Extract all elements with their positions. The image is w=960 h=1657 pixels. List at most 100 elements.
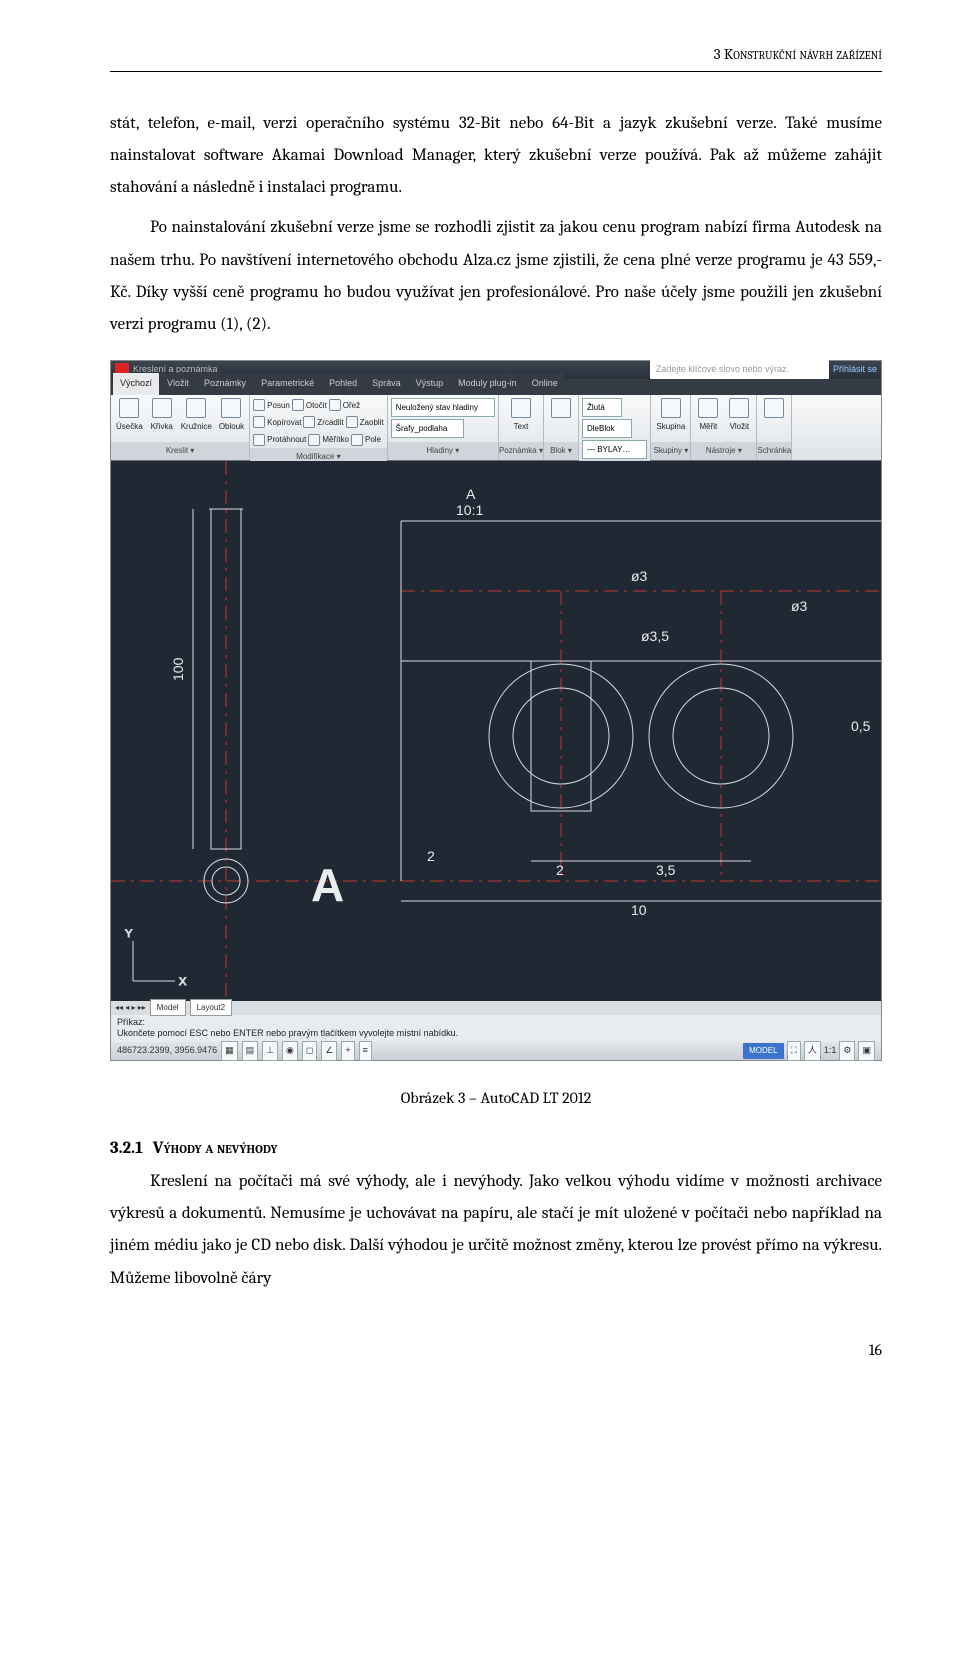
autocad-screenshot: Kreslení a poznámka Zadejte klíčové slov… [110, 360, 882, 1061]
group-button[interactable]: Skupina [654, 397, 687, 435]
arc-button[interactable]: Oblouk [217, 397, 246, 435]
dim-off2: 2 [427, 848, 435, 864]
clipboard-button[interactable] [760, 397, 788, 419]
lineweight-select[interactable]: DleBlok [582, 419, 632, 438]
ribbon-group-nastroje: Měřit Vložit Nástroje ▾ [691, 395, 757, 460]
block-icon [551, 398, 571, 418]
axis-y: Y [125, 928, 133, 940]
section-number: 3.2.1 [110, 1139, 143, 1158]
polyline-button[interactable]: Křivka [148, 397, 176, 435]
paragraph-2: Po nainstalování zkušební verze jsme se … [110, 212, 882, 341]
lwt-toggle[interactable]: ≡ [359, 1041, 372, 1060]
layout-tabstrip: ◂◂ ◂ ▸ ▸▸ Model Layout2 [111, 1001, 881, 1015]
tab-moduly[interactable]: Moduly plug-in [451, 373, 524, 394]
scale-button[interactable]: Měřítko [322, 432, 349, 447]
trim-button[interactable]: Ořež [343, 398, 360, 413]
polar-toggle[interactable]: ◉ [282, 1041, 298, 1060]
linetype-select[interactable]: — BYLAY… [582, 440, 647, 459]
workspace-switch[interactable]: ⚙ [839, 1041, 855, 1060]
clipboard-icon [764, 398, 784, 418]
otrack-toggle[interactable]: ∠ [321, 1041, 337, 1060]
group-title-schranka: Schránka [757, 442, 791, 459]
scale-label: 1:1 [824, 1042, 837, 1059]
section-title-text: Výhody a nevýhody [153, 1139, 278, 1158]
mirror-icon [303, 416, 315, 428]
tab-online[interactable]: Online [525, 373, 565, 394]
tab-pohled[interactable]: Pohled [322, 373, 364, 394]
copy-button[interactable]: Kopírovat [267, 415, 301, 430]
scale-icon [308, 434, 320, 446]
ruler-icon-status[interactable]: 人 [804, 1041, 821, 1060]
color-select[interactable]: Žlutá [582, 398, 622, 417]
label-ratio: 10:1 [456, 502, 483, 518]
layer-select[interactable]: Šrafy_podlaha [391, 419, 465, 438]
paragraph-3: Kreslení na počítači má své výhody, ale … [110, 1166, 882, 1295]
line-button[interactable]: Úsečka [114, 397, 145, 435]
snap-toggle[interactable]: ▦ [221, 1041, 238, 1060]
ortho-toggle[interactable]: ⊥ [262, 1041, 278, 1060]
move-button[interactable]: Posun [267, 398, 290, 413]
ribbon-group-vlastnosti: Žlutá DleBlok — BYLAY… Vlastnosti ▾ [579, 395, 651, 460]
dim-100: 100 [170, 657, 186, 681]
ribbon-group-kreslit: Úsečka Křivka Kružnice Oblouk Kreslit ▾ [111, 395, 250, 460]
space-indicator[interactable]: MODEL [743, 1043, 783, 1058]
fillet-icon [346, 416, 358, 428]
cursor-coords: 486723.2399, 3956.9476 [117, 1042, 217, 1059]
model-tab[interactable]: Model [150, 999, 186, 1016]
trim-icon [329, 399, 341, 411]
grid-toggle[interactable]: ▤ [242, 1041, 259, 1060]
dim-o3-right: ø3 [791, 598, 808, 614]
help-search-input[interactable]: Zadejte klíčové slovo nebo výraz. [650, 360, 829, 379]
dim-o3-top: ø3 [631, 568, 648, 584]
array-button[interactable]: Pole [365, 432, 381, 447]
label-a-big: A [311, 859, 344, 911]
osnap-toggle[interactable]: ◻ [302, 1041, 317, 1060]
group-title-kreslit: Kreslit ▾ [111, 442, 249, 459]
tab-vlozit[interactable]: Vložit [160, 373, 196, 394]
login-button[interactable]: Přihlásit se [833, 361, 877, 378]
group-title-skupiny: Skupiny ▾ [651, 442, 690, 459]
paste-button[interactable]: Vložit [725, 397, 753, 435]
annoscale[interactable]: ⛶ [787, 1041, 801, 1060]
ribbon-tabs: Výchozí Vložit Poznámky Parametrické Poh… [111, 379, 881, 395]
group-title-hladiny: Hladiny ▾ [388, 442, 498, 459]
stretch-button[interactable]: Protáhnout [267, 432, 306, 447]
stretch-icon [253, 434, 265, 446]
block-button[interactable] [547, 397, 575, 419]
dyn-toggle[interactable]: + [341, 1041, 354, 1060]
tab-parametricke[interactable]: Parametrické [254, 373, 321, 394]
layout-tab[interactable]: Layout2 [190, 999, 232, 1016]
group-title-nastroje: Nástroje ▾ [691, 442, 756, 459]
rotate-button[interactable]: Otočit [306, 398, 327, 413]
polyline-icon [152, 398, 172, 418]
command-line[interactable]: Příkaz: Ukončete pomocí ESC nebo ENTER n… [111, 1015, 881, 1042]
text-button[interactable]: Text [502, 397, 540, 435]
cmd-hint: Ukončete pomocí ESC nebo ENTER nebo prav… [117, 1028, 875, 1040]
axis-x: X [179, 976, 187, 988]
group-icon [661, 398, 681, 418]
tab-sprava[interactable]: Správa [365, 373, 408, 394]
group-title-blok: Blok ▾ [544, 442, 578, 459]
tab-nav-buttons[interactable]: ◂◂ ◂ ▸ ▸▸ [115, 1000, 146, 1015]
paste-icon [729, 398, 749, 418]
circle-button[interactable]: Kružnice [179, 397, 214, 435]
hardware-accel[interactable]: ▣ [858, 1041, 875, 1060]
running-header: 3 Konstrukční návrh zařízení [110, 40, 882, 72]
tab-vychozi[interactable]: Výchozí [113, 373, 159, 394]
measure-button[interactable]: Měřit [694, 397, 722, 435]
dim-35: 3,5 [656, 862, 676, 878]
arc-icon [221, 398, 241, 418]
text-icon [511, 398, 531, 418]
paragraph-1: stát, telefon, e-mail, verzi operačního … [110, 108, 882, 205]
fillet-button[interactable]: Zaoblit [360, 415, 384, 430]
dim-o35: ø3,5 [641, 628, 669, 644]
drawing-canvas[interactable]: A 10:1 100 ø3 ø3,5 ø3 0,5 2 2 3,5 10 A Y… [111, 461, 881, 1001]
figure-caption: Obrázek 3 – AutoCAD LT 2012 [110, 1083, 882, 1113]
tab-poznamky[interactable]: Poznámky [197, 373, 253, 394]
dim-2: 2 [556, 862, 564, 878]
group-title-poznamka: Poznámka ▾ [499, 442, 543, 459]
move-icon [253, 399, 265, 411]
layer-state-select[interactable]: Neuložený stav hladiny [391, 398, 495, 417]
tab-vystup[interactable]: Výstup [409, 373, 451, 394]
mirror-button[interactable]: Zrcadlit [317, 415, 343, 430]
